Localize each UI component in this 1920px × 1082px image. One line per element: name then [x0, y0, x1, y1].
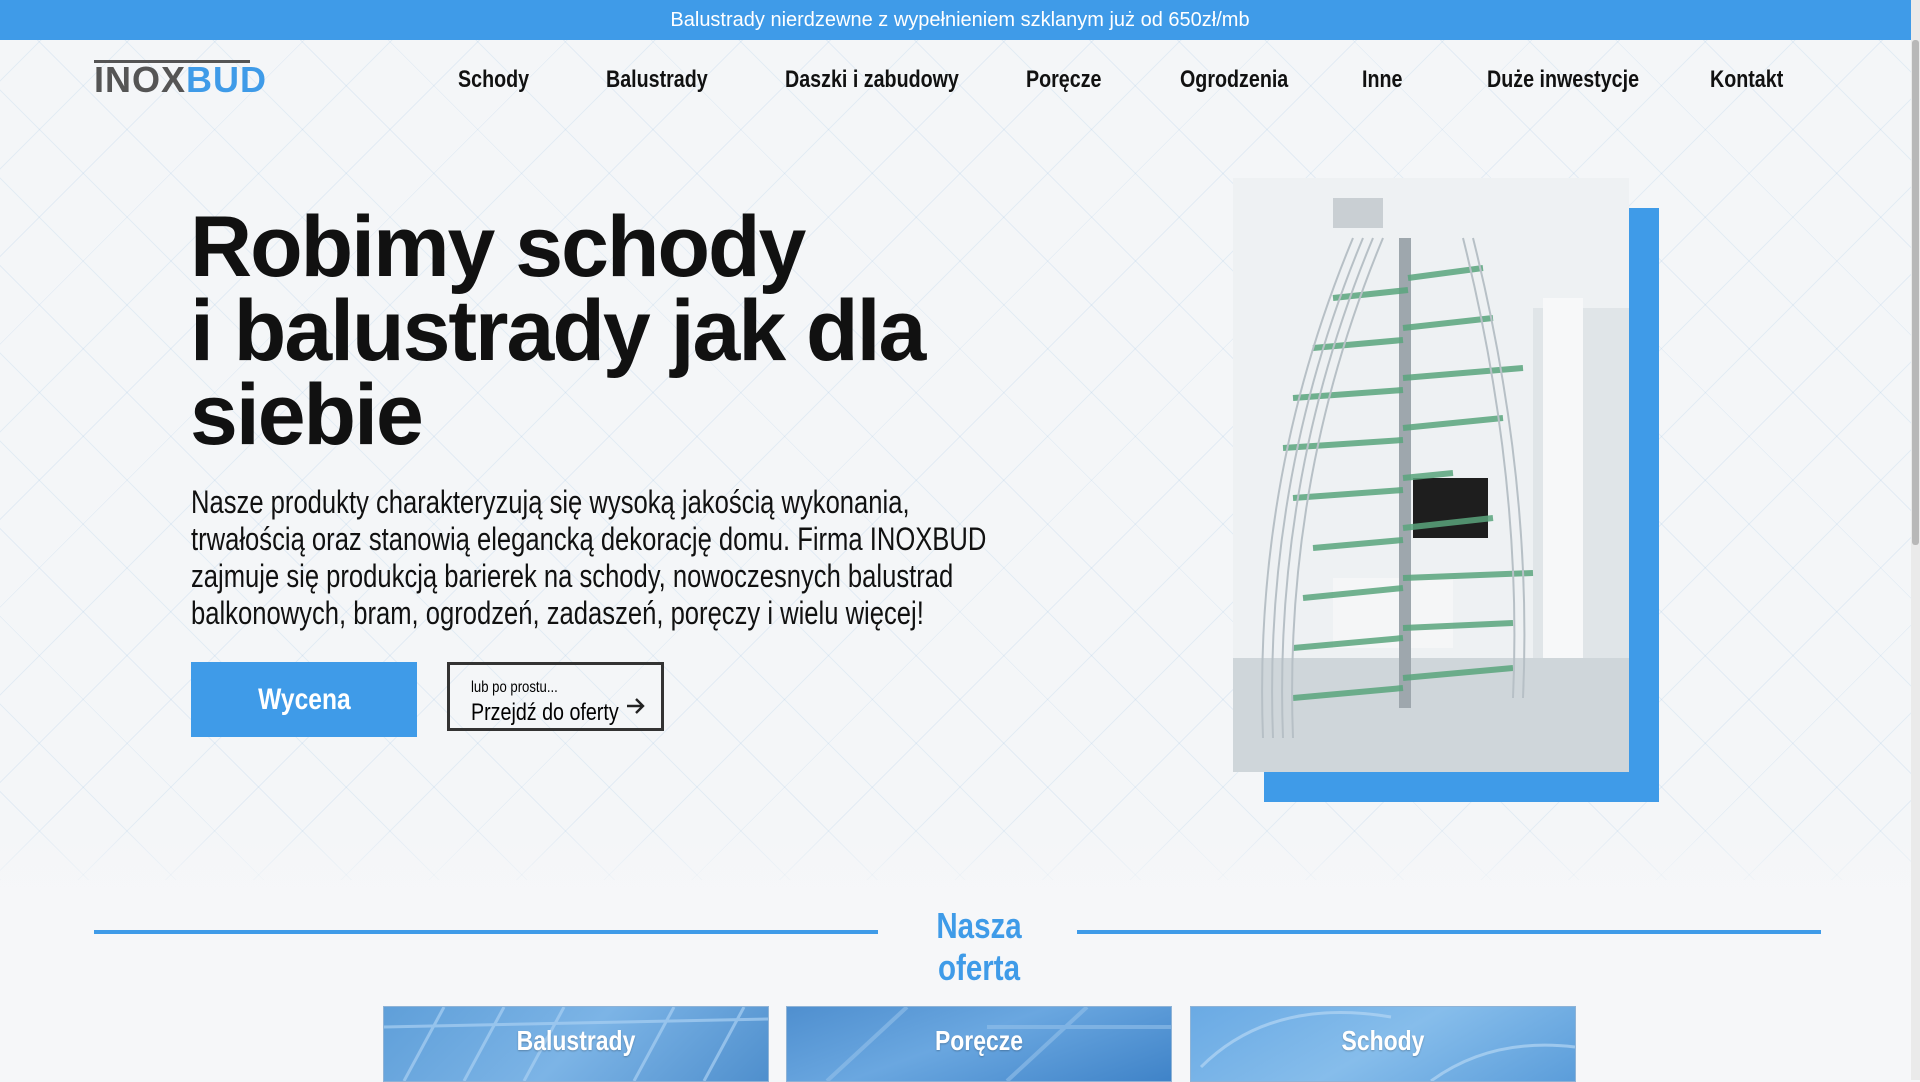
offer-button-subtext: lub po prostu... — [471, 679, 558, 696]
quote-button-label: Wycena — [257, 682, 351, 716]
offer-divider-left — [94, 930, 878, 934]
hero-title-line-1: Robimy schody — [190, 199, 806, 295]
announcement-text: Balustrady nierdzewne z wypełnieniem szk… — [670, 8, 1250, 31]
hero-title: Robimy schody i balustrady jak dla siebi… — [190, 204, 1090, 458]
quote-button[interactable]: Wycena — [191, 662, 417, 737]
nav-item-kontakt[interactable]: Kontakt — [1710, 62, 1783, 98]
hero-description-line-1: Nasze produkty charakteryzują się wysoką… — [191, 484, 910, 520]
offer-button-label: Przejdź do oferty — [471, 699, 619, 726]
nav-item-porecze[interactable]: Poręcze — [1026, 62, 1101, 98]
offer-card-label: Poręcze — [934, 1025, 1024, 1056]
logo-text-bud: BUD — [186, 59, 268, 100]
nav-item-schody[interactable]: Schody — [458, 62, 529, 98]
page-scrollbar[interactable] — [1911, 0, 1920, 1080]
offer-card-porecze[interactable]: Poręcze — [786, 1006, 1172, 1082]
offer-divider-right — [1077, 930, 1821, 934]
hero-description-line-3: zajmuje się produkcją barierek na schody… — [191, 558, 954, 594]
offer-card-label: Balustrady — [516, 1025, 636, 1056]
spiral-staircase-photo — [1233, 178, 1629, 772]
hero-description-line-4: balkonowych, bram, ogrodzeń, zadaszeń, p… — [191, 595, 924, 631]
offer-card-label: Schody — [1341, 1025, 1425, 1056]
offer-section-title: Nasza oferta — [936, 905, 1022, 988]
hero-description: Nasze produkty charakteryzują się wysoką… — [191, 484, 991, 632]
go-to-offer-button[interactable]: lub po prostu... Przejdź do oferty — [447, 662, 664, 731]
nav-item-ogrodzenia[interactable]: Ogrodzenia — [1180, 62, 1288, 98]
nav-item-inne[interactable]: Inne — [1362, 62, 1402, 98]
announcement-bar: Balustrady nierdzewne z wypełnieniem szk… — [0, 0, 1920, 40]
nav-item-daszki[interactable]: Daszki i zabudowy — [785, 62, 959, 98]
main-header: INOXBUD Schody Balustrady Daszki i zabud… — [0, 40, 1920, 120]
offer-card-schody[interactable]: Schody — [1190, 1006, 1576, 1082]
nav-item-duze-inwestycje[interactable]: Duże inwestycje — [1487, 62, 1639, 98]
arrow-right-icon — [625, 695, 647, 724]
offer-card-balustrady[interactable]: Balustrady — [383, 1006, 769, 1082]
hero-description-line-2: trwałością oraz stanowią elegancką dekor… — [191, 521, 987, 557]
hero-title-line-3: siebie — [190, 367, 424, 463]
hero-title-line-2: i balustrady jak dla — [190, 283, 926, 379]
logo-text-inox: INOX — [94, 59, 187, 100]
logo[interactable]: INOXBUD — [94, 58, 267, 102]
scrollbar-thumb[interactable] — [1912, 40, 1919, 545]
nav-item-balustrady[interactable]: Balustrady — [606, 62, 708, 98]
